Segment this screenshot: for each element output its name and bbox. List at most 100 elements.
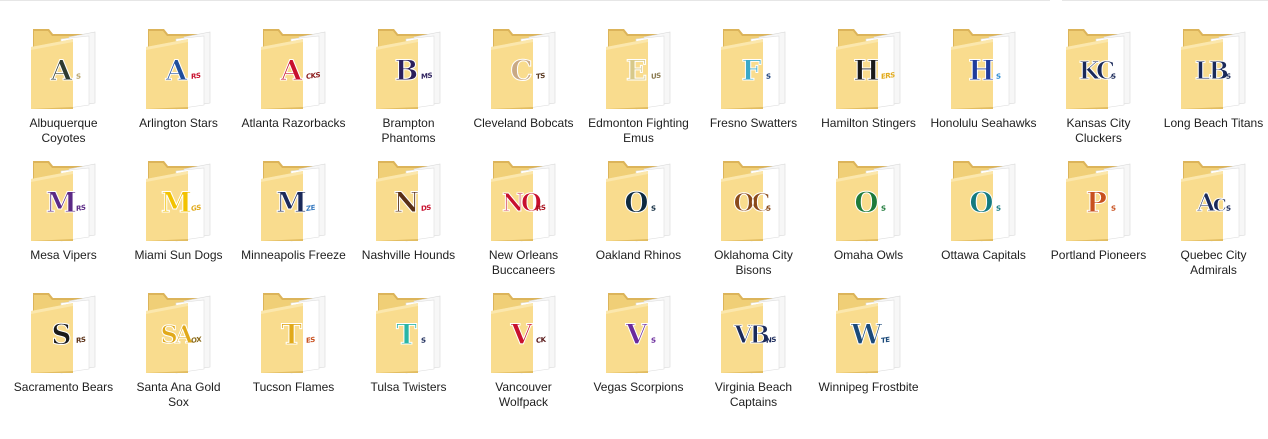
folder-item[interactable]: T ES Tucson Flames: [236, 286, 351, 418]
folder-icon: SA OX: [144, 289, 214, 375]
team-wordmark-icon: RS: [75, 335, 85, 345]
folder-item[interactable]: E US Edmonton Fighting Emus: [581, 22, 696, 154]
folder-item[interactable]: P S Portland Pioneers: [1041, 154, 1156, 286]
folder-item[interactable]: NO RS New Orleans Buccaneers: [466, 154, 581, 286]
folder-item[interactable]: KC S Kansas City Cluckers: [1041, 22, 1156, 154]
team-logo-icon: H: [853, 54, 880, 87]
team-logo-icon: E: [625, 54, 647, 87]
folder-item[interactable]: T S Tulsa Twisters: [351, 286, 466, 418]
folder-item[interactable]: V CK Vancouver Wolfpack: [466, 286, 581, 418]
team-wordmark-icon: S: [765, 72, 771, 81]
team-logo-icon: C: [510, 54, 533, 87]
folder-label: Edmonton Fighting Emus: [588, 116, 689, 145]
top-divider-left: [0, 0, 1050, 1]
team-logo-icon: H: [968, 54, 995, 87]
team-logo-icon: V: [510, 318, 533, 351]
folder-item[interactable]: H ERS Hamilton Stingers: [811, 22, 926, 154]
folder-item[interactable]: A S Albuquerque Coyotes: [6, 22, 121, 154]
folder-label: Virginia Beach Captains: [714, 380, 793, 409]
folder-label: Hamilton Stingers: [821, 116, 916, 130]
folder-label: Brampton Phantoms: [381, 116, 436, 145]
team-logo-icon: P: [1085, 186, 1107, 219]
folder-item[interactable]: Ac S Quebec City Admirals: [1156, 154, 1268, 286]
team-wordmark-icon: S: [1110, 72, 1116, 81]
team-wordmark-icon: S: [1225, 72, 1231, 81]
team-logo-icon: A: [165, 54, 188, 87]
folder-icon: Ac S: [1179, 157, 1249, 243]
folder-item[interactable]: M GS Miami Sun Dogs: [121, 154, 236, 286]
folder-item[interactable]: V S Vegas Scorpions: [581, 286, 696, 418]
team-wordmark-icon: S: [1225, 204, 1231, 213]
team-wordmark-icon: DS: [420, 203, 431, 213]
folder-label: Omaha Owls: [833, 248, 904, 262]
folder-icon: OS: [604, 157, 674, 243]
team-wordmark-icon: S: [1110, 204, 1116, 213]
folder-item[interactable]: W TE Winnipeg Frostbite: [811, 286, 926, 418]
folder-label: Oakland Rhinos: [595, 248, 682, 262]
folder-item[interactable]: LB S Long Beach Titans: [1156, 22, 1268, 154]
folder-item[interactable]: VB NS Virginia Beach Captains: [696, 286, 811, 418]
team-logo-icon: KC: [1078, 56, 1115, 85]
team-logo-icon: NO: [502, 188, 543, 217]
team-wordmark-icon: S: [765, 204, 771, 213]
team-wordmark-icon: TS: [535, 71, 545, 81]
team-logo-icon: V: [625, 318, 648, 351]
team-logo-icon: F: [741, 54, 762, 87]
folder-label: Tucson Flames: [252, 380, 335, 394]
folder-grid: A S Albuquerque Coyotes A RS Arlington Stars A…: [6, 22, 1268, 418]
folder-icon: M ZE: [259, 157, 329, 243]
team-wordmark-icon: S: [420, 336, 426, 345]
team-wordmark-icon: S: [995, 204, 1001, 213]
folder-item[interactable]: M ZE Minneapolis Freeze: [236, 154, 351, 286]
team-wordmark-icon: NS: [765, 335, 776, 345]
folder-item[interactable]: F S Fresno Swatters: [696, 22, 811, 154]
folder-item[interactable]: A RS Arlington Stars: [121, 22, 236, 154]
folder-icon: OS: [949, 157, 1019, 243]
team-logo-icon: B: [394, 54, 419, 87]
team-wordmark-icon: TE: [880, 335, 890, 345]
folder-item[interactable]: H S Honolulu Seahawks: [926, 22, 1041, 154]
folder-item[interactable]: O S Oakland Rhinos: [581, 154, 696, 286]
team-wordmark-icon: RS: [535, 203, 545, 213]
folder-icon: VS: [604, 289, 674, 375]
folder-item[interactable]: B MS Brampton Phantoms: [351, 22, 466, 154]
team-logo-icon: A: [280, 54, 303, 87]
folder-icon: VB NS: [719, 289, 789, 375]
team-logo-icon: T: [396, 318, 418, 351]
folder-label: Minneapolis Freeze: [241, 248, 346, 262]
team-logo-icon: W: [850, 318, 882, 351]
folder-label: Winnipeg Frostbite: [818, 380, 919, 394]
team-wordmark-icon: ES: [305, 335, 315, 345]
folder-icon: AS: [29, 25, 99, 111]
team-wordmark-icon: RS: [75, 203, 85, 213]
folder-item[interactable]: A CKS Atlanta Razorbacks: [236, 22, 351, 154]
folder-icon: OC S: [719, 157, 789, 243]
folder-label: Santa Ana Gold Sox: [136, 380, 221, 409]
team-wordmark-icon: RS: [190, 71, 200, 81]
team-wordmark-icon: S: [650, 204, 656, 213]
folder-item[interactable]: O S Ottawa Capitals: [926, 154, 1041, 286]
folder-item[interactable]: S RS Sacramento Bears: [6, 286, 121, 418]
team-wordmark-icon: S: [75, 72, 81, 81]
team-wordmark-icon: ZE: [305, 203, 315, 213]
folder-label: Arlington Stars: [139, 116, 218, 130]
folder-item[interactable]: O S Omaha Owls: [811, 154, 926, 286]
folder-icon: E US: [604, 25, 674, 111]
folder-item[interactable]: C TS Cleveland Bobcats: [466, 22, 581, 154]
folder-item[interactable]: SA OX Santa Ana Gold Sox: [121, 286, 236, 418]
team-logo-icon: SA: [160, 320, 194, 349]
folder-icon: N DS: [374, 157, 444, 243]
team-wordmark-icon: CKS: [305, 71, 320, 81]
team-logo-icon: LB: [1194, 56, 1229, 85]
folder-item[interactable]: OC S Oklahoma City Bisons: [696, 154, 811, 286]
team-logo-icon: M: [46, 186, 78, 219]
folder-icon: M GS: [144, 157, 214, 243]
folder-label: Kansas City Cluckers: [1066, 116, 1131, 145]
folder-icon: OS: [834, 157, 904, 243]
team-logo-icon: O: [969, 186, 994, 219]
team-logo-icon: A: [50, 54, 73, 87]
team-logo-icon: N: [393, 186, 420, 219]
folder-icon: HS: [949, 25, 1019, 111]
folder-item[interactable]: N DS Nashville Hounds: [351, 154, 466, 286]
folder-item[interactable]: M RS Mesa Vipers: [6, 154, 121, 286]
